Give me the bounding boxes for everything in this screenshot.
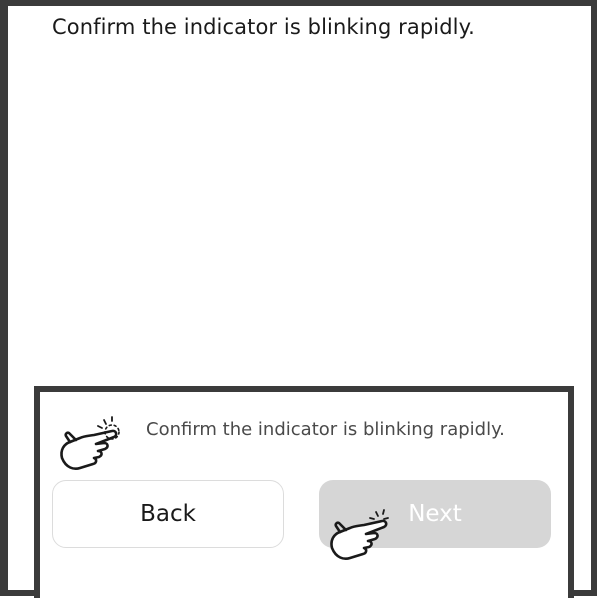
back-button[interactable]: Back [52,480,284,548]
bottom-action-panel: Confirm the indicator is blinking rapidl… [34,386,574,598]
panel-instruction-text: Confirm the indicator is blinking rapidl… [146,419,505,440]
tap-hand-icon [52,414,122,484]
instruction-text: Confirm the indicator is blinking rapidl… [52,15,475,39]
tap-hand-icon [322,504,392,574]
screen-frame: Confirm the indicator is blinking rapidl… [0,0,597,598]
